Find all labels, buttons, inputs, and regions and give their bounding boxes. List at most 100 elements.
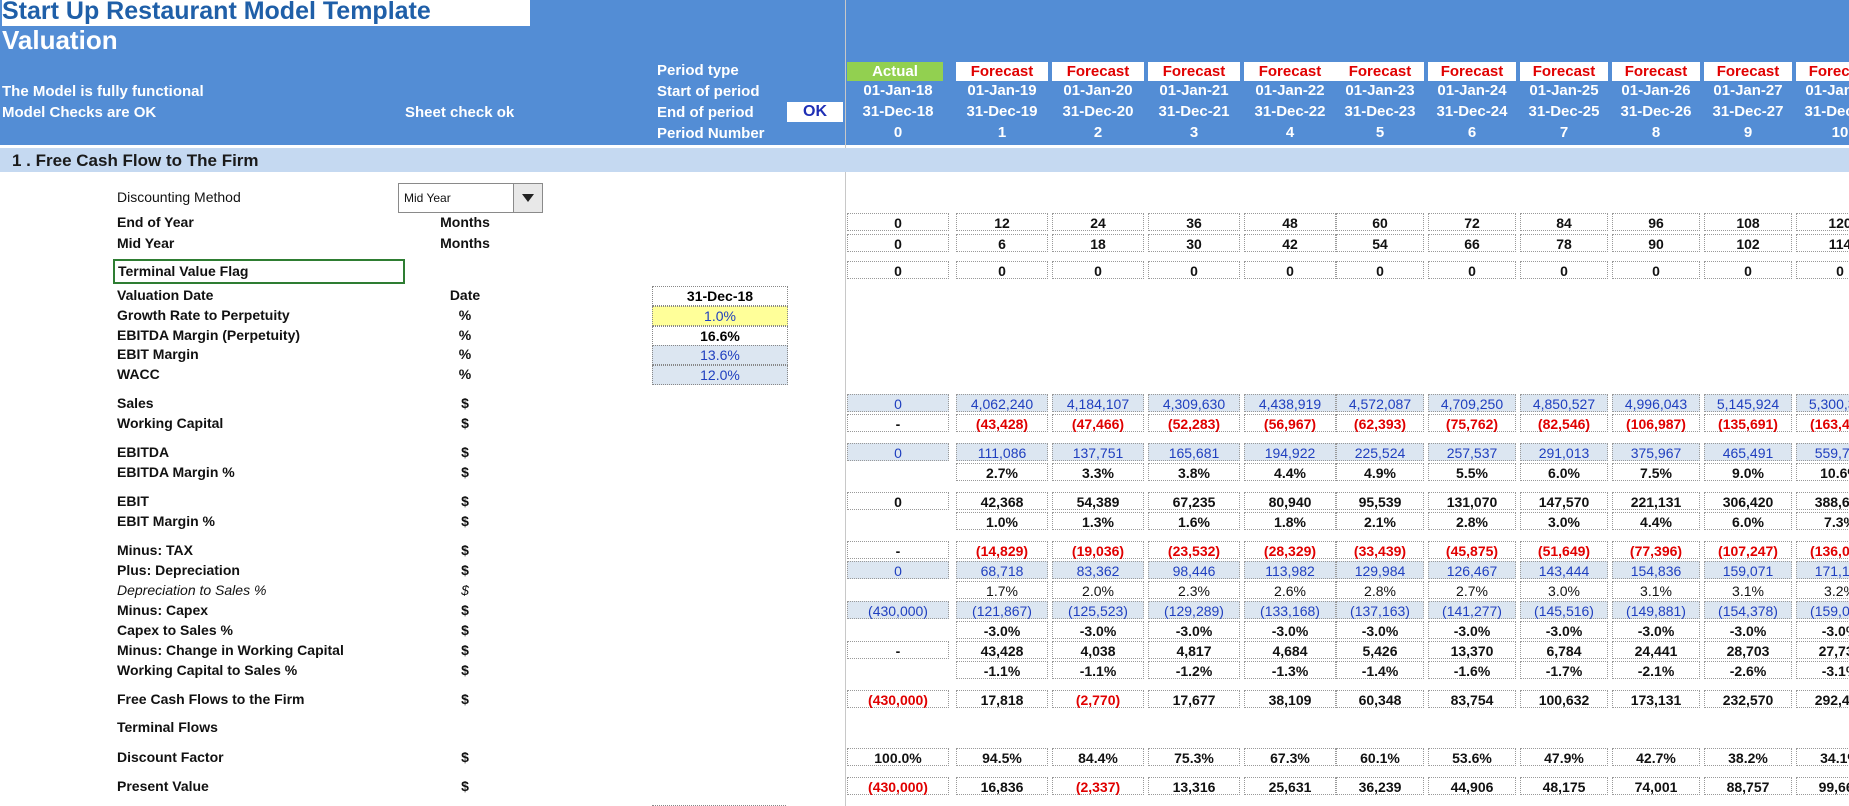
- cell-free-cash-flows-to-the-firm-0[interactable]: (430,000): [847, 690, 949, 708]
- cell-minus-change-in-working-capital-10[interactable]: 27,732: [1796, 641, 1849, 659]
- cell-terminal-value-flag-6[interactable]: 0: [1428, 261, 1516, 279]
- cell-present-value-5[interactable]: 36,239: [1336, 777, 1424, 795]
- cell-ebit-0[interactable]: 0: [847, 492, 949, 510]
- cell-plus-depreciation-3[interactable]: 98,446: [1148, 561, 1240, 579]
- cell-present-value-2[interactable]: (2,337): [1052, 777, 1144, 795]
- cell-depreciation-to-sales-5[interactable]: 2.8%: [1336, 581, 1424, 599]
- cell-end-of-year-4[interactable]: 48: [1244, 213, 1336, 231]
- cell-capex-to-sales-1[interactable]: -3.0%: [956, 621, 1048, 639]
- cell-ebit-margin-5[interactable]: 2.1%: [1336, 512, 1424, 530]
- cell-mid-year-10[interactable]: 114: [1796, 234, 1849, 252]
- cell-ebitda-0[interactable]: 0: [847, 443, 949, 461]
- cell-discount-factor-8[interactable]: 42.7%: [1612, 748, 1700, 766]
- cell-present-value-10[interactable]: 99,663: [1796, 777, 1849, 795]
- ok-check-cell[interactable]: OK: [787, 102, 843, 122]
- cell-discount-factor-1[interactable]: 94.5%: [956, 748, 1048, 766]
- cell-working-capital-9[interactable]: (135,691): [1704, 414, 1792, 432]
- cell-end-of-year-0[interactable]: 0: [847, 213, 949, 231]
- cell-capex-to-sales-3[interactable]: -3.0%: [1148, 621, 1240, 639]
- cell-ebit-1[interactable]: 42,368: [956, 492, 1048, 510]
- cell-mid-year-5[interactable]: 54: [1336, 234, 1424, 252]
- cell-working-capital-to-sales-9[interactable]: -2.6%: [1704, 661, 1792, 679]
- cell-depreciation-to-sales-6[interactable]: 2.7%: [1428, 581, 1516, 599]
- cell-working-capital-to-sales-4[interactable]: -1.3%: [1244, 661, 1336, 679]
- cell-end-of-year-5[interactable]: 60: [1336, 213, 1424, 231]
- ebit-margin-input[interactable]: 13.6%: [652, 345, 788, 365]
- chevron-down-icon[interactable]: [513, 184, 542, 212]
- cell-free-cash-flows-to-the-firm-9[interactable]: 232,570: [1704, 690, 1792, 708]
- cell-minus-capex-2[interactable]: (125,523): [1052, 601, 1144, 619]
- cell-capex-to-sales-6[interactable]: -3.0%: [1428, 621, 1516, 639]
- cell-mid-year-3[interactable]: 30: [1148, 234, 1240, 252]
- cell-minus-tax-5[interactable]: (33,439): [1336, 541, 1424, 559]
- cell-plus-depreciation-1[interactable]: 68,718: [956, 561, 1048, 579]
- cell-minus-change-in-working-capital-1[interactable]: 43,428: [956, 641, 1048, 659]
- cell-working-capital-to-sales-2[interactable]: -1.1%: [1052, 661, 1144, 679]
- cell-sales-1[interactable]: 4,062,240: [956, 394, 1048, 412]
- cell-discount-factor-3[interactable]: 75.3%: [1148, 748, 1240, 766]
- cell-minus-tax-10[interactable]: (136,017): [1796, 541, 1849, 559]
- cell-working-capital-to-sales-5[interactable]: -1.4%: [1336, 661, 1424, 679]
- cell-minus-change-in-working-capital-0[interactable]: -: [847, 641, 949, 659]
- cell-ebitda-3[interactable]: 165,681: [1148, 443, 1240, 461]
- cell-ebitda-margin-3[interactable]: 3.8%: [1148, 463, 1240, 481]
- cell-sales-2[interactable]: 4,184,107: [1052, 394, 1144, 412]
- cell-capex-to-sales-10[interactable]: -3.0%: [1796, 621, 1849, 639]
- cell-minus-capex-1[interactable]: (121,867): [956, 601, 1048, 619]
- cell-terminal-value-flag-10[interactable]: 0: [1796, 261, 1849, 279]
- cell-ebitda-margin-1[interactable]: 2.7%: [956, 463, 1048, 481]
- cell-capex-to-sales-0[interactable]: [847, 621, 949, 639]
- wacc-input[interactable]: 12.0%: [652, 365, 788, 385]
- cell-minus-capex-5[interactable]: (137,163): [1336, 601, 1424, 619]
- cell-terminal-value-flag-8[interactable]: 0: [1612, 261, 1700, 279]
- cell-free-cash-flows-to-the-firm-10[interactable]: 292,485: [1796, 690, 1849, 708]
- cell-capex-to-sales-2[interactable]: -3.0%: [1052, 621, 1144, 639]
- cell-depreciation-to-sales-0[interactable]: [847, 581, 949, 599]
- cell-discount-factor-7[interactable]: 47.9%: [1520, 748, 1608, 766]
- valuation-date-input[interactable]: 31-Dec-18: [652, 286, 788, 306]
- cell-present-value-6[interactable]: 44,906: [1428, 777, 1516, 795]
- cell-sales-3[interactable]: 4,309,630: [1148, 394, 1240, 412]
- cell-ebit-2[interactable]: 54,389: [1052, 492, 1144, 510]
- cell-present-value-8[interactable]: 74,001: [1612, 777, 1700, 795]
- cell-minus-capex-0[interactable]: (430,000): [847, 601, 949, 619]
- cell-minus-change-in-working-capital-8[interactable]: 24,441: [1612, 641, 1700, 659]
- cell-free-cash-flows-to-the-firm-7[interactable]: 100,632: [1520, 690, 1608, 708]
- cell-discount-factor-0[interactable]: 100.0%: [847, 748, 949, 766]
- cell-plus-depreciation-6[interactable]: 126,467: [1428, 561, 1516, 579]
- cell-sales-0[interactable]: 0: [847, 394, 949, 412]
- cell-minus-tax-9[interactable]: (107,247): [1704, 541, 1792, 559]
- cell-mid-year-1[interactable]: 6: [956, 234, 1048, 252]
- cell-ebit-margin-7[interactable]: 3.0%: [1520, 512, 1608, 530]
- cell-ebitda-margin-7[interactable]: 6.0%: [1520, 463, 1608, 481]
- cell-minus-tax-6[interactable]: (45,875): [1428, 541, 1516, 559]
- cell-ebitda-margin-6[interactable]: 5.5%: [1428, 463, 1516, 481]
- cell-depreciation-to-sales-2[interactable]: 2.0%: [1052, 581, 1144, 599]
- cell-ebit-margin-9[interactable]: 6.0%: [1704, 512, 1792, 530]
- cell-working-capital-to-sales-8[interactable]: -2.1%: [1612, 661, 1700, 679]
- cell-mid-year-0[interactable]: 0: [847, 234, 949, 252]
- cell-plus-depreciation-2[interactable]: 83,362: [1052, 561, 1144, 579]
- cell-minus-change-in-working-capital-3[interactable]: 4,817: [1148, 641, 1240, 659]
- cell-ebit-margin-1[interactable]: 1.0%: [956, 512, 1048, 530]
- cell-minus-change-in-working-capital-7[interactable]: 6,784: [1520, 641, 1608, 659]
- cell-depreciation-to-sales-3[interactable]: 2.3%: [1148, 581, 1240, 599]
- cell-free-cash-flows-to-the-firm-8[interactable]: 173,131: [1612, 690, 1700, 708]
- cell-ebitda-margin-8[interactable]: 7.5%: [1612, 463, 1700, 481]
- cell-depreciation-to-sales-1[interactable]: 1.7%: [956, 581, 1048, 599]
- cell-ebit-6[interactable]: 131,070: [1428, 492, 1516, 510]
- cell-depreciation-to-sales-7[interactable]: 3.0%: [1520, 581, 1608, 599]
- cell-end-of-year-8[interactable]: 96: [1612, 213, 1700, 231]
- cell-working-capital-to-sales-3[interactable]: -1.2%: [1148, 661, 1240, 679]
- cell-minus-change-in-working-capital-9[interactable]: 28,703: [1704, 641, 1792, 659]
- cell-ebit-3[interactable]: 67,235: [1148, 492, 1240, 510]
- cell-terminal-value-flag-9[interactable]: 0: [1704, 261, 1792, 279]
- cell-working-capital-7[interactable]: (82,546): [1520, 414, 1608, 432]
- cell-depreciation-to-sales-4[interactable]: 2.6%: [1244, 581, 1336, 599]
- cell-plus-depreciation-8[interactable]: 154,836: [1612, 561, 1700, 579]
- cell-ebit-4[interactable]: 80,940: [1244, 492, 1336, 510]
- cell-ebit-10[interactable]: 388,621: [1796, 492, 1849, 510]
- cell-capex-to-sales-8[interactable]: -3.0%: [1612, 621, 1700, 639]
- cell-ebitda-margin-4[interactable]: 4.4%: [1244, 463, 1336, 481]
- cell-minus-tax-0[interactable]: -: [847, 541, 949, 559]
